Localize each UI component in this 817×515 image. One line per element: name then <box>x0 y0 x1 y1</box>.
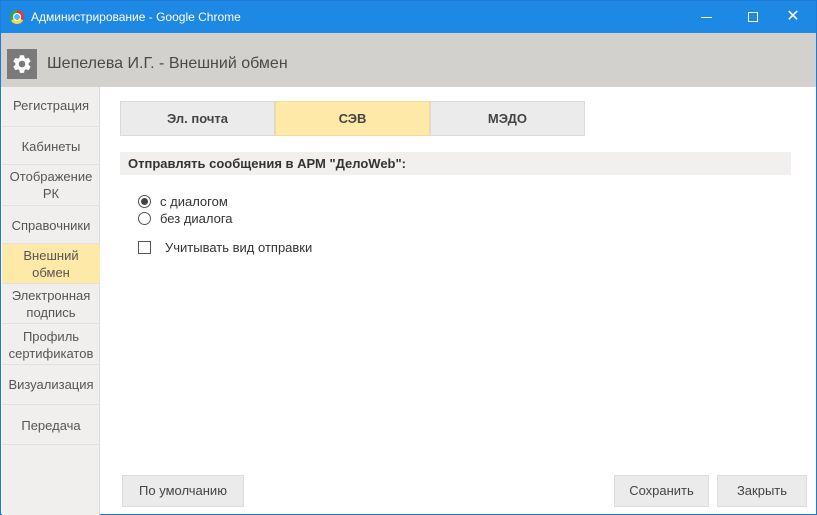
gear-icon <box>13 55 31 73</box>
section-header: Отправлять сообщения в АРМ "ДелоWeb": <box>120 152 791 175</box>
tab-email[interactable]: Эл. почта <box>120 101 275 136</box>
sidebar-item-label: РК <box>42 186 60 201</box>
sidebar-item-transfer[interactable]: Передача <box>2 405 100 445</box>
sidebar-item-label: обмен <box>32 265 70 280</box>
sidebar-item-label: Электронная <box>11 288 91 303</box>
minimize-button[interactable] <box>684 1 730 33</box>
tab-sev[interactable]: СЭВ <box>275 101 430 136</box>
sidebar: Регистрация Кабинеты Отображение РК Спра… <box>2 87 100 515</box>
app-window: Администрирование - Google Chrome ✕ Шепе… <box>0 0 817 515</box>
sidebar-item-label: Передача <box>21 418 81 433</box>
sidebar-item-label: Профиль <box>22 329 80 344</box>
sidebar-item-external-exchange[interactable]: Внешний обмен <box>2 244 100 284</box>
sidebar-item-label: Кабинеты <box>21 139 81 154</box>
tab-medo[interactable]: МЭДО <box>430 101 585 136</box>
window-title: Администрирование - Google Chrome <box>31 10 241 24</box>
sidebar-item-directories[interactable]: Справочники <box>2 206 100 244</box>
sidebar-item-certificate-profile[interactable]: Профиль сертификатов <box>2 324 100 365</box>
section-title: Отправлять сообщения в АРМ "ДелоWeb": <box>128 156 406 171</box>
close-window-button[interactable]: ✕ <box>770 1 816 33</box>
radio-button-unchecked[interactable] <box>138 212 151 225</box>
sidebar-item-label: сертификатов <box>8 346 94 361</box>
maximize-icon <box>748 12 758 22</box>
default-button[interactable]: По умолчанию <box>122 475 244 507</box>
sidebar-item-label: Визуализация <box>8 377 94 392</box>
sidebar-item-label: Регистрация <box>13 98 89 113</box>
close-icon: ✕ <box>786 8 800 25</box>
sidebar-item-label: Внешний <box>23 248 79 263</box>
sidebar-item-label: подпись <box>26 305 76 320</box>
title-bar: Администрирование - Google Chrome ✕ <box>1 1 816 33</box>
send-type-checkbox[interactable] <box>138 241 151 254</box>
page-header: Шепелева И.Г. - Внешний обмен <box>1 33 816 87</box>
sidebar-item-rk-display[interactable]: Отображение РК <box>2 165 100 206</box>
save-button[interactable]: Сохранить <box>614 475 709 507</box>
sidebar-item-visualization[interactable]: Визуализация <box>2 365 100 405</box>
settings-button[interactable] <box>7 49 37 79</box>
radio-label: с диалогом <box>160 194 228 209</box>
checkbox-label: Учитывать вид отправки <box>165 240 313 255</box>
radio-button-checked[interactable] <box>138 195 151 208</box>
sidebar-item-e-signature[interactable]: Электронная подпись <box>2 284 100 324</box>
radio-label: без диалога <box>160 211 233 226</box>
chrome-icon <box>10 10 24 24</box>
sidebar-item-cabinets[interactable]: Кабинеты <box>2 127 100 165</box>
sidebar-item-registration[interactable]: Регистрация <box>2 87 100 127</box>
sidebar-item-label: Справочники <box>11 218 91 233</box>
page-title: Шепелева И.Г. - Внешний обмен <box>47 55 288 72</box>
close-button[interactable]: Закрыть <box>717 475 807 507</box>
sidebar-item-label: Отображение <box>9 169 93 184</box>
minimize-icon <box>701 17 712 18</box>
